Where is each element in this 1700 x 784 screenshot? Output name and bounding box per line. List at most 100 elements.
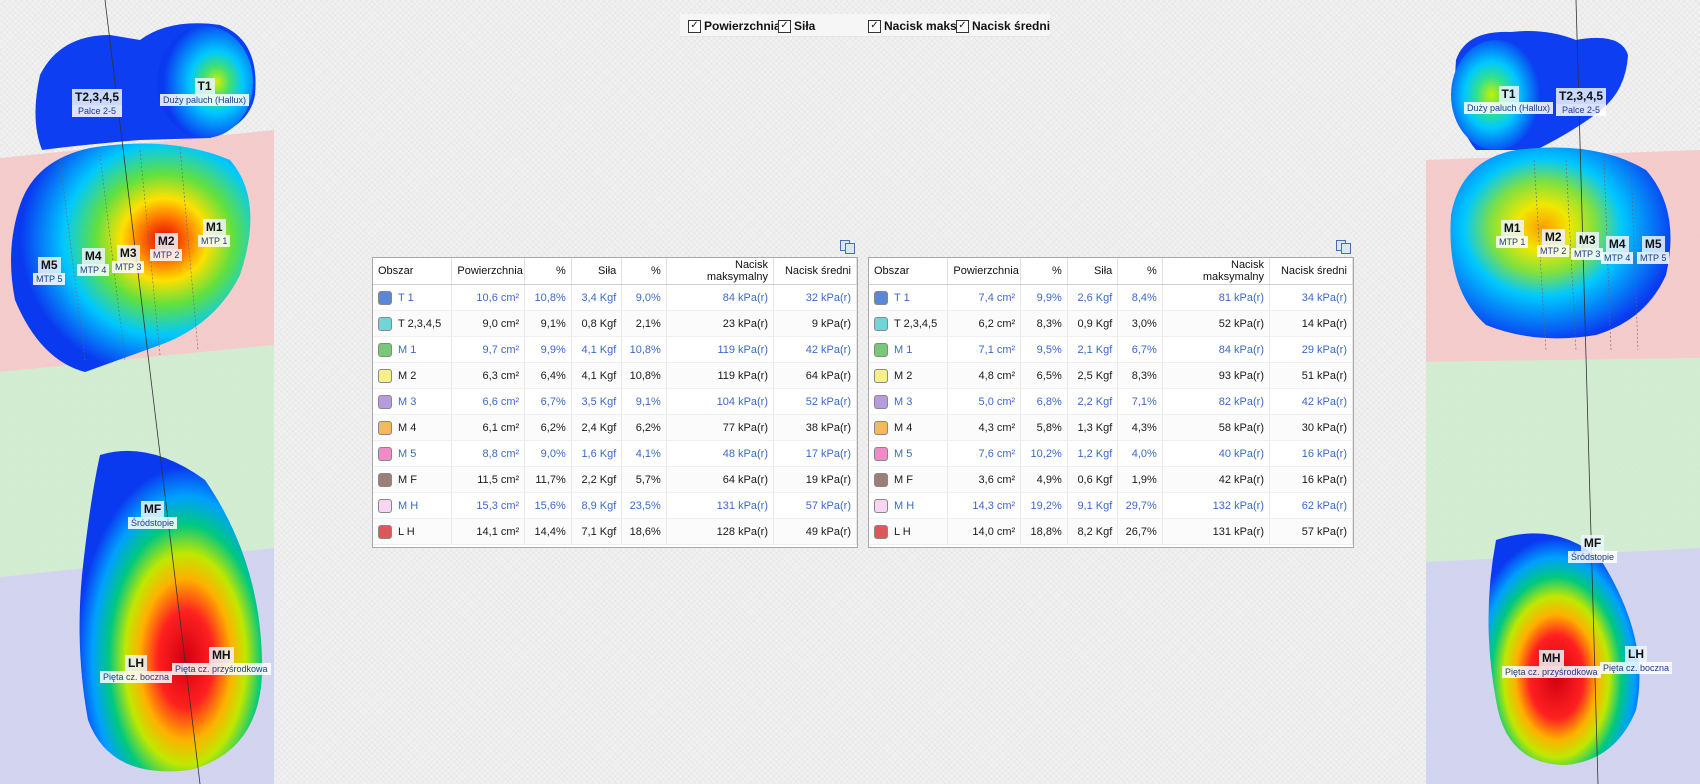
column-header[interactable]: % (621, 258, 667, 285)
area-pct-cell: 14,4% (524, 518, 572, 545)
column-header[interactable]: Nacisk maksymalny (1162, 258, 1271, 285)
column-header[interactable]: % (1117, 258, 1163, 285)
area-pct-cell: 11,7% (524, 466, 572, 493)
region-cell: M 4 (373, 414, 453, 441)
pressure-avg-cell: 30 kPa(r) (1269, 414, 1353, 441)
table-row[interactable]: M 5 7,6 cm² 10,2% 1,2 Kgf 4,0% 40 kPa(r) 16 kP… (869, 440, 1353, 467)
table-row[interactable]: L H 14,1 cm² 14,4% 7,1 Kgf 18,6% 128 kPa(r) 49… (373, 518, 857, 545)
region-cell: M 3 (869, 388, 949, 415)
table-row[interactable]: T 1 10,6 cm² 10,8% 3,4 Kgf 9,0% 84 kPa(r) 32 k… (373, 284, 857, 311)
area-pct-cell: 18,8% (1020, 518, 1068, 545)
table-row[interactable]: M 3 6,6 cm² 6,7% 3,5 Kgf 9,1% 104 kPa(r) 52 kP… (373, 388, 857, 415)
region-color-swatch (378, 316, 392, 331)
options-bar: ✓ Powierzchnia ✓ Siła ✓ Nacisk maks ✓ Na… (680, 14, 1050, 37)
table-row[interactable]: M 4 6,1 cm² 6,2% 2,4 Kgf 6,2% 77 kPa(r) 38 kPa… (373, 414, 857, 441)
checkbox-nacisk-maks[interactable]: ✓ Nacisk maks (868, 18, 957, 34)
area-cell: 14,3 cm² (947, 492, 1022, 519)
region-cell: T 2,3,4,5 (869, 310, 949, 337)
column-header[interactable]: Powierzchnia (451, 258, 526, 285)
force-pct-cell: 26,7% (1117, 518, 1163, 545)
table-row[interactable]: M 3 5,0 cm² 6,8% 2,2 Kgf 7,1% 82 kPa(r) 42 kPa… (869, 388, 1353, 415)
zone-label-mf: MF Śródstopie (1568, 535, 1618, 563)
column-header[interactable]: Siła (1067, 258, 1119, 285)
force-cell: 2,2 Kgf (571, 466, 623, 493)
table-row[interactable]: M 1 9,7 cm² 9,9% 4,1 Kgf 10,8% 119 kPa(r) 42 k… (373, 336, 857, 363)
area-cell: 6,3 cm² (451, 362, 526, 389)
force-pct-cell: 5,7% (621, 466, 667, 493)
checkbox-label: Powierzchnia (704, 19, 781, 33)
force-cell: 2,2 Kgf (1067, 388, 1119, 415)
column-header[interactable]: Nacisk średni (1269, 258, 1353, 285)
pressure-max-cell: 104 kPa(r) (666, 388, 775, 415)
force-cell: 0,9 Kgf (1067, 310, 1119, 337)
table-row[interactable]: T 2,3,4,5 9,0 cm² 9,1% 0,8 Kgf 2,1% 23 kPa(r)… (373, 310, 857, 337)
region-color-swatch (874, 524, 888, 539)
copy-right-table-icon[interactable] (1336, 240, 1351, 254)
checkbox-sila[interactable]: ✓ Siła (778, 18, 815, 34)
column-header[interactable]: Obszar (373, 258, 453, 285)
force-pct-cell: 9,0% (621, 284, 667, 311)
zone-label-m2: M2 MTP 2 (150, 233, 183, 261)
pressure-max-cell: 93 kPa(r) (1162, 362, 1271, 389)
right-foot-table: Obszar Powierzchnia % Siła % Nacisk maks… (868, 257, 1354, 548)
column-header[interactable]: Obszar (869, 258, 949, 285)
force-pct-cell: 8,3% (1117, 362, 1163, 389)
region-color-swatch (378, 290, 392, 305)
force-pct-cell: 6,7% (1117, 336, 1163, 363)
area-pct-cell: 6,2% (524, 414, 572, 441)
table-row[interactable]: L H 14,0 cm² 18,8% 8,2 Kgf 26,7% 131 kPa(r) 57… (869, 518, 1353, 545)
area-pct-cell: 6,8% (1020, 388, 1068, 415)
checkbox-box[interactable]: ✓ (778, 19, 791, 33)
table-row[interactable]: M F 11,5 cm² 11,7% 2,2 Kgf 5,7% 64 kPa(r) 19 k… (373, 466, 857, 493)
table-row[interactable]: M 2 6,3 cm² 6,4% 4,1 Kgf 10,8% 119 kPa(r) 64 k… (373, 362, 857, 389)
zone-label-m1: M1 MTP 1 (198, 219, 231, 247)
column-header[interactable]: % (524, 258, 572, 285)
force-cell: 3,4 Kgf (571, 284, 623, 311)
pressure-max-cell: 64 kPa(r) (666, 466, 775, 493)
column-header[interactable]: Siła (571, 258, 623, 285)
pressure-avg-cell: 52 kPa(r) (773, 388, 857, 415)
table-row[interactable]: M 2 4,8 cm² 6,5% 2,5 Kgf 8,3% 93 kPa(r) 51 kPa… (869, 362, 1353, 389)
region-name: M 4 (894, 421, 913, 434)
column-header[interactable]: Powierzchnia (947, 258, 1022, 285)
column-header[interactable]: Nacisk maksymalny (666, 258, 775, 285)
copy-left-table-icon[interactable] (840, 240, 855, 254)
region-cell: M F (869, 466, 949, 493)
table-row[interactable]: M 4 4,3 cm² 5,8% 1,3 Kgf 4,3% 58 kPa(r) 30 kPa… (869, 414, 1353, 441)
area-cell: 14,1 cm² (451, 518, 526, 545)
pressure-avg-cell: 14 kPa(r) (1269, 310, 1353, 337)
checkbox-powierzchnia[interactable]: ✓ Powierzchnia (688, 18, 781, 34)
pressure-max-cell: 52 kPa(r) (1162, 310, 1271, 337)
force-cell: 3,5 Kgf (571, 388, 623, 415)
column-header[interactable]: Nacisk średni (773, 258, 857, 285)
force-pct-cell: 2,1% (621, 310, 667, 337)
region-cell: L H (869, 518, 949, 545)
zone-label-m5: M5 MTP 5 (33, 257, 66, 285)
checkbox-box[interactable]: ✓ (868, 19, 881, 33)
table-row[interactable]: T 1 7,4 cm² 9,9% 2,6 Kgf 8,4% 81 kPa(r) 34 kPa… (869, 284, 1353, 311)
region-name: M 5 (894, 447, 913, 460)
table-row[interactable]: T 2,3,4,5 6,2 cm² 8,3% 0,9 Kgf 3,0% 52 kPa(r)… (869, 310, 1353, 337)
table-row[interactable]: M 5 8,8 cm² 9,0% 1,6 Kgf 4,1% 48 kPa(r) 17 kPa… (373, 440, 857, 467)
column-header[interactable]: % (1020, 258, 1068, 285)
checkbox-box[interactable]: ✓ (956, 19, 969, 33)
checkbox-box[interactable]: ✓ (688, 19, 701, 33)
area-cell: 11,5 cm² (451, 466, 526, 493)
table-row[interactable]: M F 3,6 cm² 4,9% 0,6 Kgf 1,9% 42 kPa(r) 16 kPa… (869, 466, 1353, 493)
checkbox-nacisk-sredni[interactable]: ✓ Nacisk średni (956, 18, 1050, 34)
table-row[interactable]: M 1 7,1 cm² 9,5% 2,1 Kgf 6,7% 84 kPa(r) 29 kPa… (869, 336, 1353, 363)
table-row[interactable]: M H 14,3 cm² 19,2% 9,1 Kgf 29,7% 132 kPa(r) 62… (869, 492, 1353, 519)
region-color-swatch (874, 316, 888, 331)
region-cell: M 4 (869, 414, 949, 441)
region-cell: T 1 (869, 284, 949, 311)
area-pct-cell: 9,9% (1020, 284, 1068, 311)
area-cell: 6,2 cm² (947, 310, 1022, 337)
region-color-swatch (874, 394, 888, 409)
area-pct-cell: 15,6% (524, 492, 572, 519)
area-cell: 5,0 cm² (947, 388, 1022, 415)
region-name: M H (894, 499, 915, 512)
region-name: M H (398, 499, 419, 512)
table-row[interactable]: M H 15,3 cm² 15,6% 8,9 Kgf 23,5% 131 kPa(r) 57… (373, 492, 857, 519)
region-name: L H (894, 525, 911, 538)
zone-label-t2345: T2,3,4,5 Palce 2-5 (72, 89, 123, 117)
